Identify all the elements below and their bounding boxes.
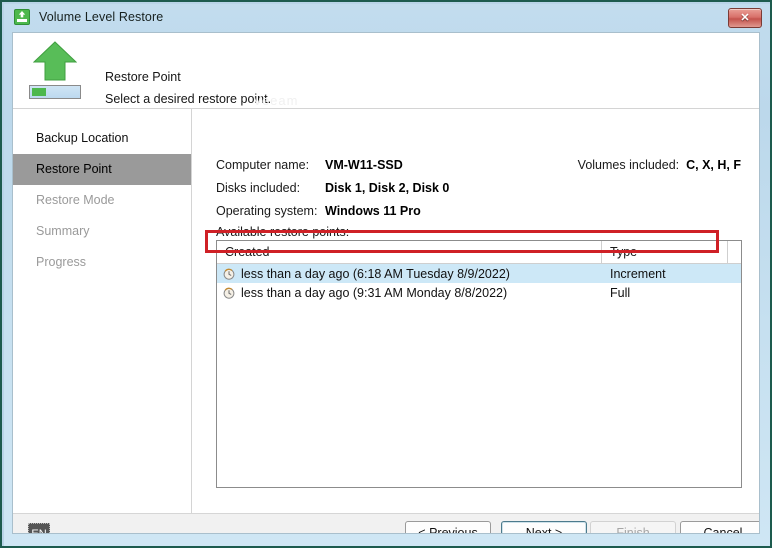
close-button[interactable]: ✕ xyxy=(728,8,762,28)
restore-point-panel: Computer name: VM-W11-SSD Disks included:… xyxy=(193,109,759,513)
table-header-row: Created Type xyxy=(217,241,741,264)
previous-button[interactable]: < Previous xyxy=(405,521,491,533)
disks-included-label: Disks included: xyxy=(216,181,301,195)
sidebar-item-progress: Progress xyxy=(13,247,191,278)
cell-created: less than a day ago (9:31 AM Monday 8/8/… xyxy=(217,286,602,300)
volumes-included-row: Volumes included: C, X, H, F xyxy=(578,158,741,172)
available-restore-points-label: Available restore points: xyxy=(216,225,350,239)
sidebar-item-label: Summary xyxy=(36,224,90,238)
cell-type: Full xyxy=(610,285,631,300)
volume-level-restore-window: Volume Level Restore ✕ Restore Point Sel… xyxy=(0,0,772,548)
sidebar-item-restore-mode: Restore Mode xyxy=(13,185,191,216)
column-header-type[interactable]: Type xyxy=(602,241,728,263)
volumes-included-value: C, X, H, F xyxy=(686,158,741,172)
title-arrow-glyph xyxy=(18,11,26,18)
window-title: Volume Level Restore xyxy=(39,10,164,24)
cell-created: less than a day ago (6:18 AM Tuesday 8/9… xyxy=(217,267,602,281)
operating-system-row: Operating system: Windows 11 Pro xyxy=(216,204,421,218)
operating-system-label: Operating system: xyxy=(216,204,318,218)
finish-button: Finish xyxy=(590,521,676,533)
banner-subtitle: Select a desired restore point. xyxy=(105,92,272,106)
sidebar-item-summary: Summary xyxy=(13,216,191,247)
sidebar-item-backup-location[interactable]: Backup Location xyxy=(13,123,191,154)
cell-type: Increment xyxy=(610,266,666,281)
banner-watermark: Veeam xyxy=(253,93,299,108)
column-header-spacer xyxy=(728,241,741,263)
restore-points-table: Created Type less than a day ago (6:18 A… xyxy=(216,240,742,488)
sidebar-item-label: Backup Location xyxy=(36,131,129,145)
close-icon: ✕ xyxy=(740,11,750,24)
next-button[interactable]: Next > xyxy=(501,521,587,533)
green-up-arrow-icon xyxy=(23,39,87,103)
banner-progress-fill xyxy=(32,88,46,96)
computer-name-label: Computer name: xyxy=(216,158,310,172)
wizard-step-sidebar: Backup Location Restore Point Restore Mo… xyxy=(13,109,192,513)
disks-included-value: Disk 1, Disk 2, Disk 0 xyxy=(325,181,450,195)
computer-name-row: Computer name: VM-W11-SSD xyxy=(216,158,403,172)
up-arrow-glyph xyxy=(33,41,77,81)
language-indicator[interactable]: EN xyxy=(28,523,50,533)
table-row[interactable]: less than a day ago (9:31 AM Monday 8/8/… xyxy=(217,283,741,302)
table-row[interactable]: less than a day ago (6:18 AM Tuesday 8/9… xyxy=(217,264,741,283)
cell-created-text: less than a day ago (9:31 AM Monday 8/8/… xyxy=(241,285,508,300)
volumes-included-label: Volumes included: xyxy=(577,158,680,172)
cancel-button[interactable]: Cancel xyxy=(680,521,759,533)
operating-system-value: Windows 11 Pro xyxy=(325,204,421,218)
computer-name-value: VM-W11-SSD xyxy=(325,158,403,172)
wizard-banner: Restore Point Select a desired restore p… xyxy=(13,33,759,109)
banner-title: Restore Point xyxy=(105,70,181,84)
sidebar-item-label: Restore Mode xyxy=(36,193,115,207)
column-header-created[interactable]: Created xyxy=(217,241,602,263)
dialog-client-area: Restore Point Select a desired restore p… xyxy=(12,32,760,534)
sidebar-item-restore-point[interactable]: Restore Point xyxy=(13,154,191,185)
disks-included-row: Disks included: Disk 1, Disk 2, Disk 0 xyxy=(216,181,449,195)
banner-progress-bar xyxy=(29,85,81,99)
clock-history-icon xyxy=(223,268,235,280)
title-icon-base xyxy=(17,19,27,22)
dialog-footer: EN < Previous Next > Finish Cancel xyxy=(13,513,759,533)
cell-created-text: less than a day ago (6:18 AM Tuesday 8/9… xyxy=(241,266,510,281)
table-body: less than a day ago (6:18 AM Tuesday 8/9… xyxy=(217,264,741,302)
clock-history-icon xyxy=(223,287,235,299)
sidebar-item-label: Restore Point xyxy=(36,162,112,176)
sidebar-item-label: Progress xyxy=(36,255,87,269)
title-bar: Volume Level Restore ✕ xyxy=(2,2,770,32)
restore-upload-icon xyxy=(14,9,30,25)
